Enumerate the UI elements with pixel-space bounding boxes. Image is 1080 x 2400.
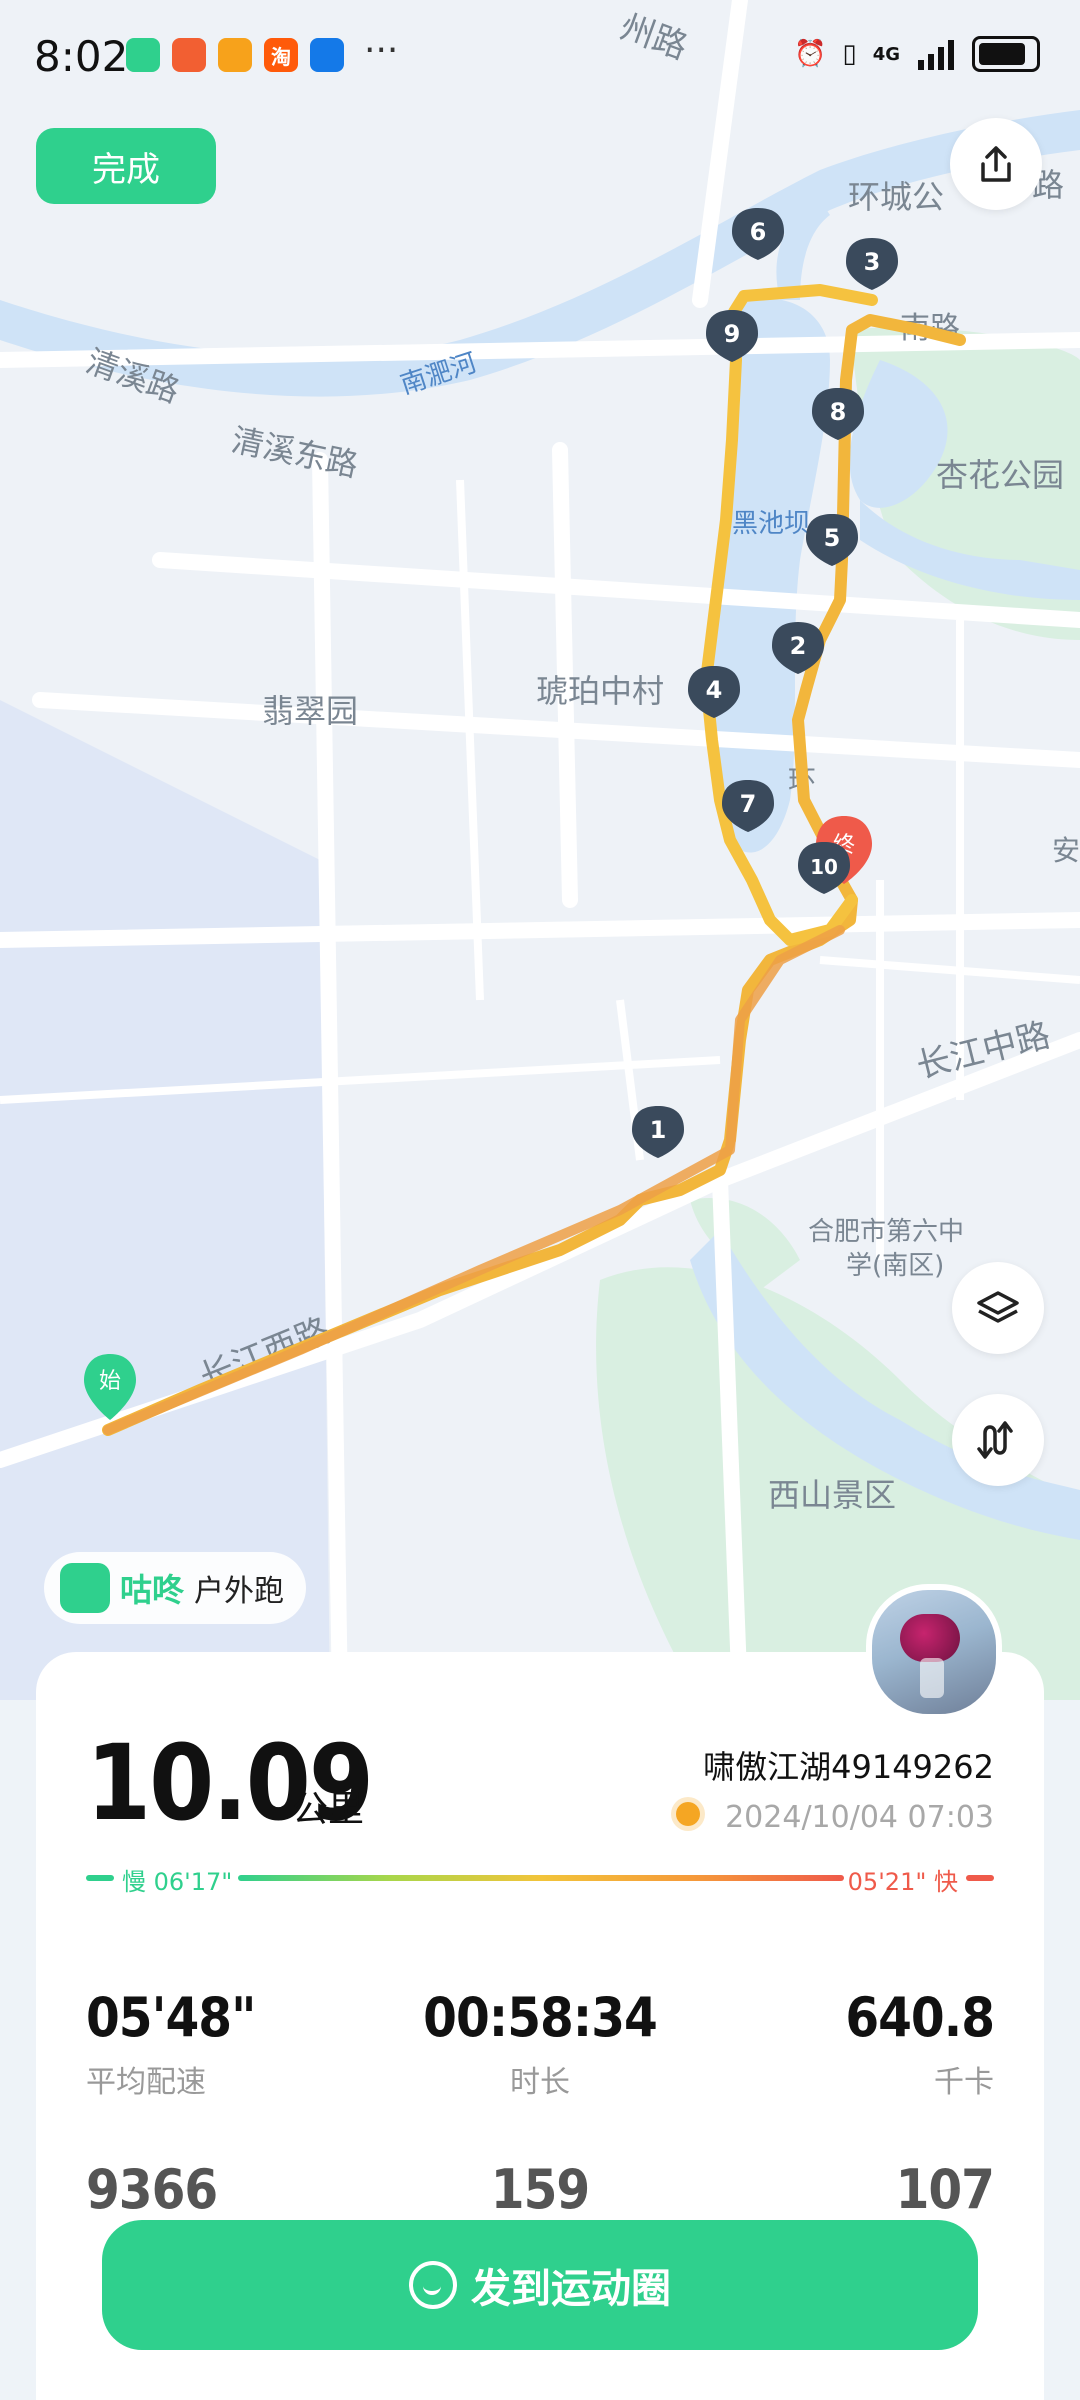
network-label: 4G: [872, 43, 900, 65]
map-label: 环城公: [848, 178, 944, 216]
brand-badge: 咕咚 户外跑: [44, 1552, 307, 1624]
map-label: 安: [1052, 834, 1080, 867]
stat-value: 00:58:34: [423, 1986, 658, 2049]
stat-label: 平均配速: [86, 2065, 206, 2100]
stat-label: 时长: [510, 2065, 570, 2100]
app-green-icon: [126, 38, 160, 72]
stat-stride: 107: [694, 2158, 995, 2221]
start-label: 始: [99, 1369, 121, 1394]
stat-value: 05'48": [86, 1986, 256, 2049]
map-label: 翡翠园: [262, 692, 358, 730]
route-map[interactable]: 州路 环城公 路 清溪路 清溪东路 南淝河 南路 黑池坝 杏花公园 琥珀中村 翡…: [0, 0, 1080, 1700]
pace-slow-label: 慢 06'17": [122, 1868, 233, 1896]
route-toggle-icon[interactable]: [952, 1394, 1044, 1486]
done-button[interactable]: 完成: [36, 128, 216, 204]
stat-value: 9366: [86, 2158, 218, 2221]
activity-type: 户外跑: [194, 1574, 285, 1609]
stat-label: 千卡: [934, 2065, 994, 2100]
status-time: 8:02: [34, 32, 129, 81]
km-marker-label: 6: [750, 218, 767, 246]
km-marker-label: 5: [824, 524, 841, 552]
pace-gradient-bar: [238, 1875, 844, 1881]
km-marker-label: 8: [830, 398, 847, 426]
avatar[interactable]: [866, 1584, 1002, 1720]
system-icons: ⏰ ▯ 4G: [794, 36, 1040, 72]
weibo-icon: [172, 38, 206, 72]
app-blue-icon: [310, 38, 344, 72]
workout-datetime: 2024/10/04 07:03: [725, 1800, 994, 1835]
notification-icons: 淘: [126, 38, 344, 72]
signal-icon: [916, 37, 956, 71]
chat-bubble-icon: [409, 2261, 457, 2309]
map-label: 黑池坝: [732, 509, 810, 539]
share-icon[interactable]: [950, 118, 1042, 210]
km-marker-label: 2: [790, 632, 807, 660]
km-marker-label: 1: [650, 1116, 667, 1144]
vibrate-icon: ▯: [842, 39, 857, 69]
map-label: 杏花公园: [936, 456, 1064, 494]
km-marker-label: 9: [724, 320, 741, 348]
pace-fast-label: 05'21" 快: [847, 1868, 958, 1896]
app-orange-icon: [218, 38, 252, 72]
brand-name: 咕咚: [120, 1571, 185, 1609]
km-marker-label: 10: [810, 855, 838, 879]
map-label: 西山景区: [768, 1476, 896, 1514]
username: 啸傲江湖49149262: [703, 1748, 994, 1786]
stat-calories: 640.8 千卡: [694, 1986, 995, 2101]
stat-avg-pace: 05'48" 平均配速: [86, 1986, 256, 2101]
map-label: 合肥市第六中: [808, 1217, 964, 1247]
stat-value: 640.8: [845, 1986, 995, 2049]
layers-icon[interactable]: [952, 1262, 1044, 1354]
alarm-icon: ⏰: [794, 39, 827, 69]
pace-fast-swatch: [966, 1875, 994, 1881]
map-label: 琥珀中村: [536, 672, 664, 710]
stat-value: 159: [490, 2158, 590, 2221]
status-bar: 8:02 淘 ··· ⏰ ▯ 4G: [0, 0, 1080, 120]
stat-steps: 9366: [86, 2158, 218, 2221]
codoon-logo-icon: [60, 1563, 110, 1613]
stat-value: 107: [895, 2158, 995, 2221]
pace-legend: 慢 06'17" 05'21" 快: [86, 1862, 994, 1896]
share-to-feed-label: 发到运动圈: [471, 2266, 671, 2312]
km-marker-label: 7: [740, 790, 757, 818]
pace-slow-swatch: [86, 1875, 114, 1881]
battery-icon: [972, 36, 1040, 72]
sun-icon: [676, 1802, 700, 1826]
more-notifications-icon: ···: [364, 30, 399, 71]
map-label: 学(南区): [846, 1251, 944, 1281]
stat-duration: 00:58:34 时长: [390, 1986, 690, 2101]
distance-unit: 公里: [292, 1789, 365, 1830]
km-marker-label: 4: [706, 676, 723, 704]
share-to-feed-button[interactable]: 发到运动圈: [102, 2220, 978, 2350]
stat-cadence: 159: [390, 2158, 690, 2221]
km-marker-label: 3: [864, 248, 881, 276]
taobao-icon: 淘: [264, 38, 298, 72]
